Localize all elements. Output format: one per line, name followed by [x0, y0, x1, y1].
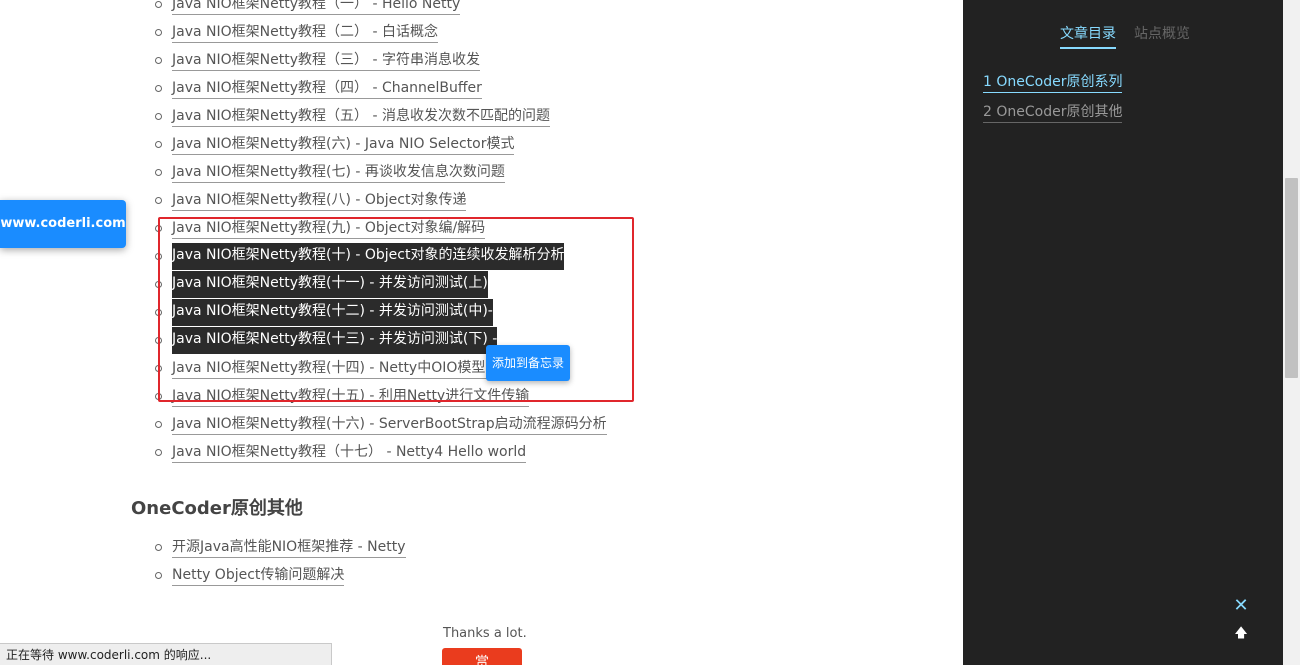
bullet-icon — [155, 29, 162, 36]
add-to-memo-button[interactable]: 添加到备忘录 — [486, 345, 570, 381]
article-link[interactable]: Java NIO框架Netty教程（十七） - Netty4 Hello wor… — [172, 443, 527, 463]
article-link[interactable]: Java NIO框架Netty教程（三） - 字符串消息收发 — [172, 51, 480, 71]
toc-item-1[interactable]: 1 OneCoder原创系列 — [983, 73, 1123, 93]
sidebar: 文章目录 站点概览 1 OneCoder原创系列 2 OneCoder原创其他 … — [963, 0, 1283, 665]
article-link[interactable]: Java NIO框架Netty教程(十六) - ServerBootStrap启… — [172, 415, 607, 435]
bullet-icon — [155, 85, 162, 92]
scrollbar-thumb[interactable] — [1285, 178, 1298, 378]
article-content: Java NIO框架Netty教程（一） - Hello Netty Java N… — [0, 0, 963, 665]
bullet-icon — [155, 449, 162, 456]
page-scrollbar[interactable] — [1283, 0, 1300, 665]
toc-item-2[interactable]: 2 OneCoder原创其他 — [983, 103, 1123, 123]
thanks-text: Thanks a lot. — [443, 626, 527, 641]
bullet-icon — [155, 544, 162, 551]
article-link[interactable]: Netty Object传输问题解决 — [172, 566, 345, 586]
article-link[interactable]: Java NIO框架Netty教程（二） - 白话概念 — [172, 23, 438, 43]
bullet-icon — [155, 113, 162, 120]
bullet-icon — [155, 57, 162, 64]
bullet-icon — [155, 197, 162, 204]
article-link[interactable]: 开源Java高性能NIO框架推荐 - Netty — [172, 538, 406, 558]
bullet-icon — [155, 169, 162, 176]
reward-button[interactable]: 赏 — [442, 648, 522, 665]
article-link[interactable]: Java NIO框架Netty教程（五） - 消息收发次数不匹配的问题 — [172, 107, 550, 127]
tab-toc[interactable]: 文章目录 — [1060, 24, 1116, 49]
site-badge-button[interactable]: www.coderli.com — [0, 200, 126, 248]
article-link[interactable]: Java NIO框架Netty教程（一） - Hello Netty — [172, 0, 461, 15]
tab-site-overview[interactable]: 站点概览 — [1134, 24, 1190, 44]
section-heading-other: OneCoder原创其他 — [131, 498, 303, 519]
article-link[interactable]: Java NIO框架Netty教程(六) - Java NIO Selector… — [172, 135, 515, 155]
back-to-top-icon[interactable]: 🡅 — [1233, 624, 1249, 644]
article-link[interactable]: Java NIO框架Netty教程(八) - Object对象传递 — [172, 191, 467, 211]
browser-status-bar: 正在等待 www.coderli.com 的响应... — [0, 643, 332, 665]
article-link[interactable]: Java NIO框架Netty教程(七) - 再谈收发信息次数问题 — [172, 163, 505, 183]
bullet-icon — [155, 572, 162, 579]
bullet-icon — [155, 1, 162, 8]
article-link[interactable]: Java NIO框架Netty教程（四） - ChannelBuffer — [172, 79, 482, 99]
bullet-icon — [155, 141, 162, 148]
close-icon[interactable]: ✕ — [1233, 596, 1249, 616]
bullet-icon — [155, 421, 162, 428]
